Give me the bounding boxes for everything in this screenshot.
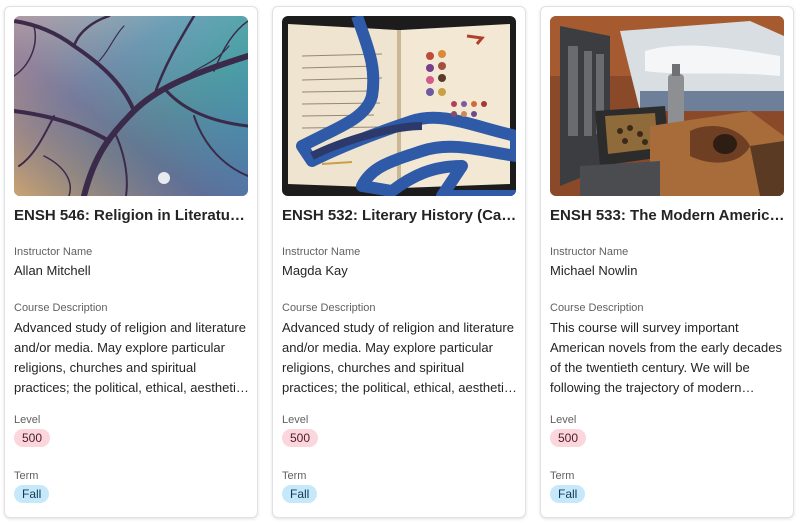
level-label: Level	[14, 414, 41, 426]
course-card[interactable]: ENSH 546: Religion in Literature and Med…	[4, 6, 258, 518]
course-image	[14, 16, 248, 196]
level-badge: 500	[550, 429, 587, 447]
instructor-name: Allan Mitchell	[14, 263, 91, 278]
term-label: Term	[282, 470, 307, 482]
level-badge: 500	[282, 429, 319, 447]
term-label: Term	[550, 470, 575, 482]
level-label: Level	[550, 414, 577, 426]
course-card[interactable]: ENSH 532: Literary History (Cambridge) I…	[272, 6, 526, 518]
description-label: Course Description	[14, 302, 108, 314]
course-title[interactable]: ENSH 533: The Modern American Novel	[550, 207, 786, 224]
course-image	[550, 16, 784, 196]
instructor-label: Instructor Name	[282, 246, 361, 258]
instructor-label: Instructor Name	[550, 246, 629, 258]
course-description: This course will survey important Americ…	[550, 320, 782, 395]
term-label: Term	[14, 470, 39, 482]
term-badge: Fall	[14, 485, 50, 503]
description-label: Course Description	[282, 302, 376, 314]
instructor-name: Magda Kay	[282, 263, 348, 278]
description-label: Course Description	[550, 302, 644, 314]
instructor-label: Instructor Name	[14, 246, 93, 258]
course-title[interactable]: ENSH 532: Literary History (Cambridge)	[282, 207, 518, 224]
course-card[interactable]: ENSH 533: The Modern American Novel Inst…	[540, 6, 794, 518]
course-description: Advanced study of religion and literatur…	[14, 320, 246, 395]
course-title[interactable]: ENSH 546: Religion in Literature and Med…	[14, 207, 250, 224]
course-image	[282, 16, 516, 196]
course-description: Advanced study of religion and literatur…	[282, 320, 514, 395]
instructor-name: Michael Nowlin	[550, 263, 638, 278]
term-badge: Fall	[282, 485, 318, 503]
level-badge: 500	[14, 429, 51, 447]
level-label: Level	[282, 414, 309, 426]
term-badge: Fall	[550, 485, 586, 503]
